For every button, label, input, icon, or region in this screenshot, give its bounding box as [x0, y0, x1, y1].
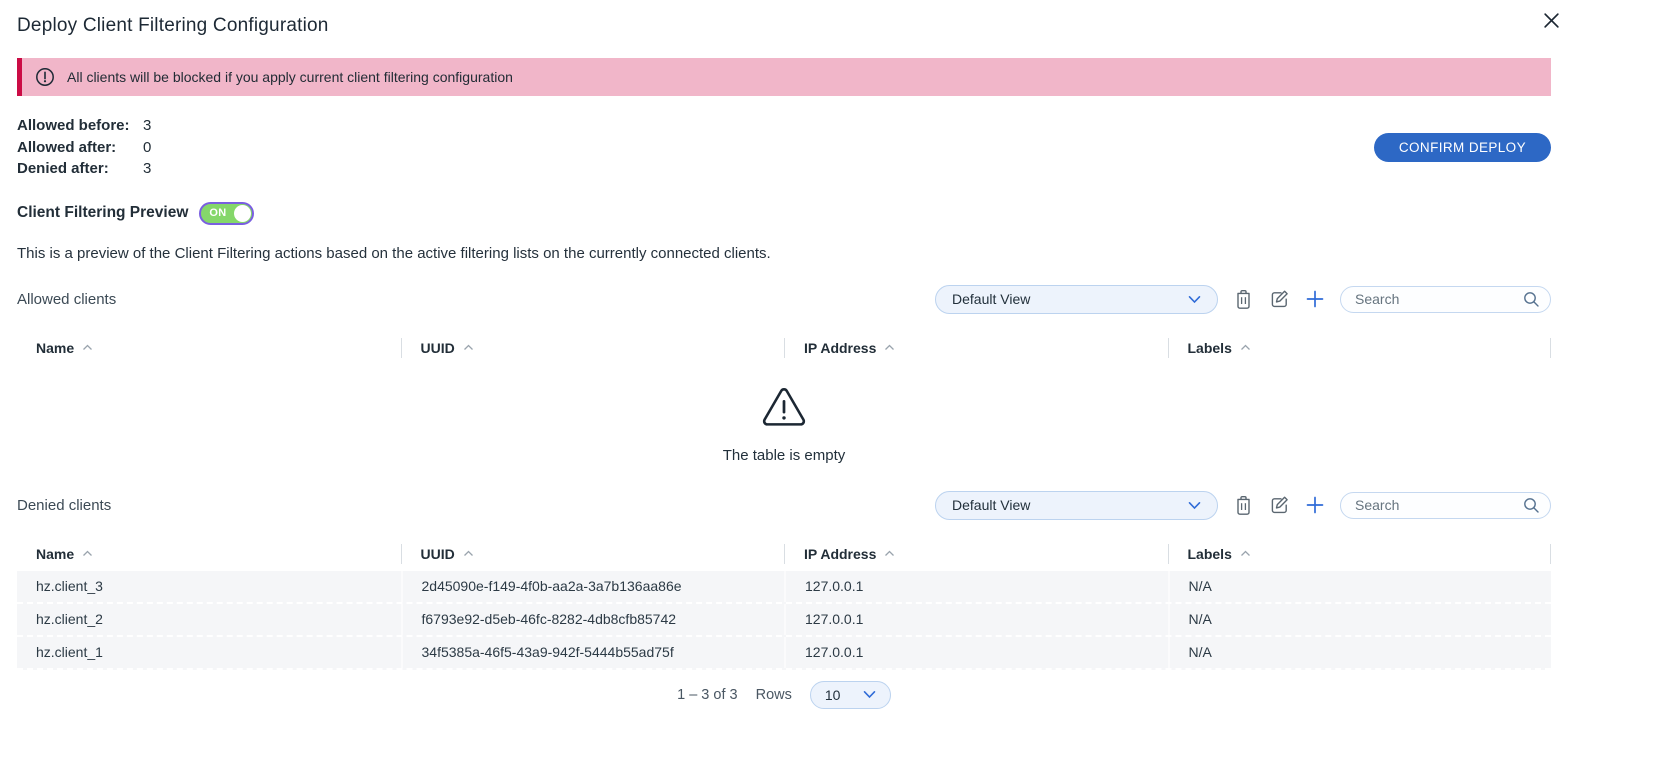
client-filtering-preview-toggle[interactable]: ON — [199, 202, 254, 225]
column-header-uuid[interactable]: UUID — [401, 338, 785, 358]
stat-label: Denied after: — [17, 158, 143, 180]
trash-icon — [1234, 495, 1253, 516]
stat-label: Allowed before: — [17, 115, 143, 137]
column-header-uuid[interactable]: UUID — [401, 544, 785, 564]
cell-name: hz.client_1 — [17, 637, 401, 668]
close-icon[interactable] — [1541, 10, 1562, 31]
denied-clients-title: Denied clients — [17, 497, 111, 514]
column-header-name[interactable]: Name — [17, 544, 401, 564]
chevron-down-icon — [1188, 295, 1201, 304]
column-header-ip[interactable]: IP Address — [784, 338, 1168, 358]
toggle-knob — [234, 205, 251, 222]
cell-labels: N/A — [1168, 604, 1552, 635]
empty-table-text: The table is empty — [17, 447, 1551, 464]
add-view-button[interactable] — [1306, 290, 1324, 308]
cell-uuid: 34f5385a-46f5-43a9-942f-5444b55ad75f — [401, 637, 785, 668]
allowed-search-input[interactable] — [1355, 291, 1523, 307]
stat-allowed-after: Allowed after: 0 — [17, 137, 1551, 159]
warning-banner: All clients will be blocked if you apply… — [17, 58, 1551, 96]
plus-icon — [1306, 496, 1324, 514]
denied-search-input[interactable] — [1355, 497, 1523, 513]
edit-icon — [1269, 495, 1290, 516]
allowed-search-box — [1340, 286, 1551, 313]
stat-value: 3 — [143, 158, 151, 180]
search-icon — [1523, 497, 1540, 514]
table-row[interactable]: hz.client_3 2d45090e-f149-4f0b-aa2a-3a7b… — [17, 571, 1551, 604]
allowed-clients-controls: Default View — [935, 285, 1551, 314]
page-title: Deploy Client Filtering Configuration — [17, 0, 1551, 37]
cell-name: hz.client_2 — [17, 604, 401, 635]
sort-caret-icon — [463, 550, 474, 557]
stat-allowed-before: Allowed before: 3 — [17, 115, 1551, 137]
edit-view-button[interactable] — [1269, 495, 1290, 516]
cell-labels: N/A — [1168, 637, 1552, 668]
sort-caret-icon — [82, 344, 93, 351]
cell-uuid: f6793e92-d5eb-46fc-8282-4db8cfb85742 — [401, 604, 785, 635]
allowed-clients-section-head: Allowed clients Default View — [17, 285, 1551, 314]
view-select-value: Default View — [952, 497, 1030, 513]
denied-view-select[interactable]: Default View — [935, 491, 1218, 520]
plus-icon — [1306, 290, 1324, 308]
column-header-labels[interactable]: Labels — [1168, 544, 1552, 564]
column-header-labels[interactable]: Labels — [1168, 338, 1552, 358]
warning-triangle-icon — [761, 387, 807, 428]
client-filtering-preview-row: Client Filtering Preview ON — [17, 202, 1551, 225]
delete-view-button[interactable] — [1234, 289, 1253, 310]
allowed-view-select[interactable]: Default View — [935, 285, 1218, 314]
confirm-deploy-button[interactable]: CONFIRM DEPLOY — [1374, 133, 1551, 162]
sort-caret-icon — [884, 344, 895, 351]
alert-text: All clients will be blocked if you apply… — [67, 69, 513, 85]
denied-table-header: Name UUID IP Address Labels — [17, 541, 1551, 567]
sort-caret-icon — [1240, 550, 1251, 557]
denied-clients-controls: Default View — [935, 491, 1551, 520]
cell-name: hz.client_3 — [17, 571, 401, 602]
edit-icon — [1269, 289, 1290, 310]
search-icon — [1523, 291, 1540, 308]
table-row[interactable]: hz.client_2 f6793e92-d5eb-46fc-8282-4db8… — [17, 604, 1551, 637]
sort-caret-icon — [463, 344, 474, 351]
delete-view-button[interactable] — [1234, 495, 1253, 516]
preview-description: This is a preview of the Client Filterin… — [17, 245, 1551, 262]
add-view-button[interactable] — [1306, 496, 1324, 514]
column-header-ip[interactable]: IP Address — [784, 544, 1168, 564]
deploy-client-filtering-dialog: Deploy Client Filtering Configuration Al… — [17, 0, 1551, 709]
table-row[interactable]: hz.client_1 34f5385a-46f5-43a9-942f-5444… — [17, 637, 1551, 670]
sort-caret-icon — [884, 550, 895, 557]
page-range-label: 1 – 3 of 3 — [677, 687, 737, 703]
chevron-down-icon — [863, 690, 876, 699]
alert-circle-icon — [35, 67, 55, 87]
empty-table-state: The table is empty — [17, 361, 1551, 464]
edit-view-button[interactable] — [1269, 289, 1290, 310]
column-header-name[interactable]: Name — [17, 338, 401, 358]
cell-ip: 127.0.0.1 — [784, 571, 1168, 602]
allowed-clients-title: Allowed clients — [17, 291, 116, 308]
trash-icon — [1234, 289, 1253, 310]
stat-value: 3 — [143, 115, 151, 137]
allowed-table-header: Name UUID IP Address Labels — [17, 335, 1551, 361]
sort-caret-icon — [1240, 344, 1251, 351]
chevron-down-icon — [1188, 501, 1201, 510]
sort-caret-icon — [82, 550, 93, 557]
view-select-value: Default View — [952, 291, 1030, 307]
cell-uuid: 2d45090e-f149-4f0b-aa2a-3a7b136aa86e — [401, 571, 785, 602]
toggle-state-label: ON — [209, 207, 226, 219]
preview-toggle-label: Client Filtering Preview — [17, 204, 188, 222]
rows-per-page-label: Rows — [756, 687, 792, 703]
stat-label: Allowed after: — [17, 137, 143, 159]
cell-ip: 127.0.0.1 — [784, 637, 1168, 668]
denied-table-body: hz.client_3 2d45090e-f149-4f0b-aa2a-3a7b… — [17, 571, 1551, 670]
rows-per-page-select[interactable]: 10 — [810, 681, 891, 709]
stats-block: Allowed before: 3 Allowed after: 0 Denie… — [17, 115, 1551, 180]
stat-value: 0 — [143, 137, 151, 159]
cell-labels: N/A — [1168, 571, 1552, 602]
stat-denied-after: Denied after: 3 — [17, 158, 1551, 180]
denied-clients-section-head: Denied clients Default View — [17, 491, 1551, 520]
denied-search-box — [1340, 492, 1551, 519]
pagination: 1 – 3 of 3 Rows 10 — [17, 681, 1551, 709]
rows-per-page-value: 10 — [825, 687, 841, 703]
cell-ip: 127.0.0.1 — [784, 604, 1168, 635]
